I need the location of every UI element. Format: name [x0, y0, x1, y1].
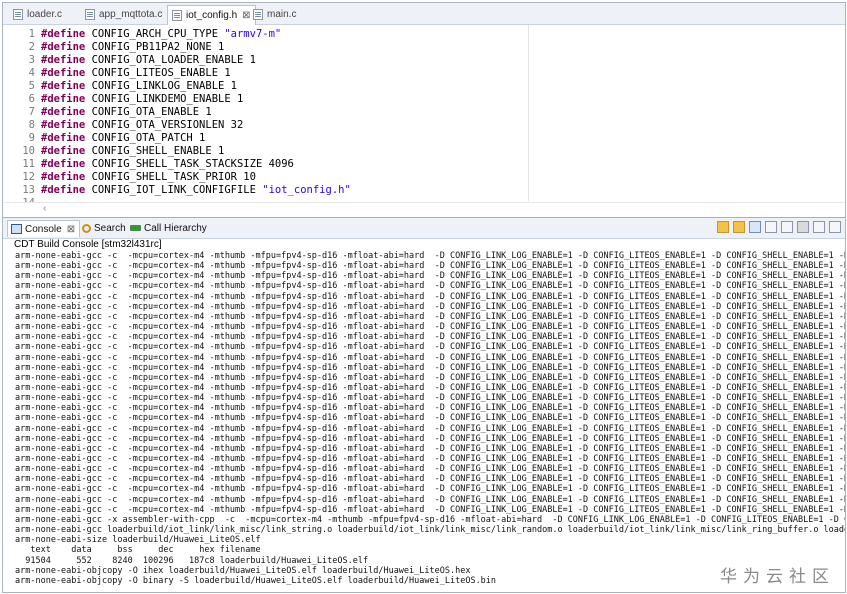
code-line: 10 #define CONFIG_SHELL_ENABLE 1 — [22, 145, 225, 157]
console-line: arm-none-eabi-gcc -c -mcpu=cortex-m4 -mt… — [15, 322, 846, 333]
console-line: arm-none-eabi-gcc -c -mcpu=cortex-m4 -mt… — [15, 372, 846, 383]
console-line: arm-none-eabi-objcopy -O binary -S loade… — [15, 575, 497, 586]
console-line: arm-none-eabi-gcc -c -mcpu=cortex-m4 -mt… — [15, 494, 846, 505]
console-line: arm-none-eabi-gcc -c -mcpu=cortex-m4 -mt… — [15, 352, 846, 363]
h-file-icon — [172, 10, 182, 21]
console-line: arm-none-eabi-gcc -c -mcpu=cortex-m4 -mt… — [15, 291, 846, 302]
print-margin-line — [528, 25, 529, 201]
ide-window: loader.c app_mqttota.c iot_config.h ⊠ ma… — [2, 2, 846, 593]
scroll-left-icon[interactable]: ‹ — [43, 203, 46, 214]
console-line: text data bss dec hex filename — [15, 545, 261, 556]
console-line: arm-none-eabi-gcc -c -mcpu=cortex-m4 -mt… — [15, 251, 846, 261]
scroll-up-icon[interactable] — [733, 221, 745, 233]
tab-label: Console — [25, 223, 62, 235]
tab-call-hierarchy[interactable]: Call Hierarchy — [127, 220, 207, 236]
tab-main-c[interactable]: main.c — [249, 6, 296, 23]
console-tab-bar: Console ⊠ Search Call Hierarchy — [3, 217, 845, 239]
c-file-icon — [85, 9, 95, 20]
tab-iot-config-h[interactable]: iot_config.h ⊠ — [167, 5, 256, 25]
console-line: arm-none-eabi-gcc -c -mcpu=cortex-m4 -mt… — [15, 464, 846, 475]
code-line: 12 #define CONFIG_SHELL_TASK_PRIOR 10 — [22, 171, 256, 183]
tab-label: Call Hierarchy — [144, 222, 207, 234]
copy-icon[interactable] — [765, 221, 777, 233]
console-line: arm-none-eabi-gcc -c -mcpu=cortex-m4 -mt… — [15, 423, 846, 434]
console-line: arm-none-eabi-gcc -c -mcpu=cortex-m4 -mt… — [15, 393, 846, 404]
console-output[interactable]: arm-none-eabi-gcc -c -mcpu=cortex-m4 -mt… — [13, 251, 845, 591]
console-title: CDT Build Console [stm32l431rc] — [14, 239, 162, 250]
close-icon[interactable]: ⊠ — [67, 224, 75, 235]
console-line: arm-none-eabi-gcc -c -mcpu=cortex-m4 -mt… — [15, 413, 846, 424]
code-line: 7 #define CONFIG_OTA_ENABLE 1 — [28, 106, 212, 118]
console-line: arm-none-eabi-gcc -c -mcpu=cortex-m4 -mt… — [15, 311, 846, 322]
console-line: arm-none-eabi-gcc -c -mcpu=cortex-m4 -mt… — [15, 443, 846, 454]
console-line: arm-none-eabi-gcc -x assembler-with-cpp … — [15, 514, 846, 525]
code-line: 9 #define CONFIG_OTA_PATCH 1 — [28, 132, 206, 144]
code-line: 8 #define CONFIG_OTA_VERSIONLEN 32 — [28, 119, 244, 131]
console-line: arm-none-eabi-gcc -c -mcpu=cortex-m4 -mt… — [15, 261, 846, 272]
console-line: arm-none-eabi-gcc -c -mcpu=cortex-m4 -mt… — [15, 281, 846, 292]
display-console-icon[interactable] — [813, 221, 825, 233]
open-console-icon[interactable] — [829, 221, 841, 233]
console-line: arm-none-eabi-gcc -c -mcpu=cortex-m4 -mt… — [15, 332, 846, 343]
code-line: 13 #define CONFIG_IOT_LINK_CONFIGFILE "io… — [22, 184, 351, 196]
console-line: arm-none-eabi-gcc loaderbuild/iot_link/l… — [15, 525, 846, 536]
editor-horizontal-scrollbar[interactable]: ‹ — [3, 202, 845, 215]
search-icon — [82, 223, 91, 233]
console-line: arm-none-eabi-gcc -c -mcpu=cortex-m4 -mt… — [15, 382, 846, 393]
console-line: arm-none-eabi-gcc -c -mcpu=cortex-m4 -mt… — [15, 342, 846, 353]
tab-app-mqttota-c[interactable]: app_mqttota.c — [81, 6, 162, 23]
console-line: arm-none-eabi-gcc -c -mcpu=cortex-m4 -mt… — [15, 454, 846, 464]
scroll-lock-icon[interactable] — [749, 221, 761, 233]
tab-label: iot_config.h — [186, 10, 238, 21]
console-toolbar — [713, 221, 841, 233]
code-line: 6 #define CONFIG_LINKDEMO_ENABLE 1 — [28, 93, 244, 105]
code-line: 2 #define CONFIG_PB11PA2_NONE 1 — [28, 41, 225, 53]
paste-icon[interactable] — [781, 221, 793, 233]
clear-console-icon[interactable] — [797, 221, 809, 233]
console-line: arm-none-eabi-gcc -c -mcpu=cortex-m4 -mt… — [15, 403, 846, 414]
console-line: arm-none-eabi-gcc -c -mcpu=cortex-m4 -mt… — [15, 474, 846, 485]
call-hierarchy-icon — [130, 225, 141, 231]
console-line: arm-none-eabi-gcc -c -mcpu=cortex-m4 -mt… — [15, 271, 846, 282]
code-line: 1 #define CONFIG_ARCH_CPU_TYPE "armv7-m" — [28, 28, 282, 40]
console-line: arm-none-eabi-gcc -c -mcpu=cortex-m4 -mt… — [15, 504, 846, 515]
console-line: arm-none-eabi-gcc -c -mcpu=cortex-m4 -mt… — [15, 362, 846, 373]
tab-search[interactable]: Search — [79, 220, 126, 236]
code-line: 4 #define CONFIG_LITEOS_ENABLE 1 — [28, 67, 231, 79]
console-line: 91504 552 8240 100296 187c8 loaderbuild/… — [15, 555, 369, 566]
tab-label: Search — [94, 222, 126, 234]
tab-label: loader.c — [27, 9, 63, 20]
console-line: arm-none-eabi-gcc -c -mcpu=cortex-m4 -mt… — [15, 484, 846, 495]
tab-console[interactable]: Console ⊠ — [7, 220, 81, 237]
console-line: arm-none-eabi-objcopy -O ihex loaderbuil… — [15, 565, 471, 576]
editor-tab-bar: loader.c app_mqttota.c iot_config.h ⊠ ma… — [3, 3, 845, 25]
console-line: arm-none-eabi-gcc -c -mcpu=cortex-m4 -mt… — [15, 433, 846, 444]
code-editor[interactable]: 1 #define CONFIG_ARCH_CPU_TYPE "armv7-m" … — [3, 25, 845, 203]
c-file-icon — [13, 9, 23, 20]
console-line: arm-none-eabi-size loaderbuild/Huawei_Li… — [15, 535, 261, 546]
code-line: 3 #define CONFIG_OTA_LOADER_ENABLE 1 — [28, 54, 256, 66]
console-line: arm-none-eabi-gcc -c -mcpu=cortex-m4 -mt… — [15, 301, 846, 312]
code-line: 11 #define CONFIG_SHELL_TASK_STACKSIZE 40… — [22, 158, 294, 170]
watermark: 华为云社区 — [720, 567, 835, 587]
c-file-icon — [253, 9, 263, 20]
code-line: 5 #define CONFIG_LINKLOG_ENABLE 1 — [28, 80, 237, 92]
scroll-down-icon[interactable] — [717, 221, 729, 233]
tab-label: app_mqttota.c — [99, 9, 163, 20]
tab-label: main.c — [267, 9, 297, 20]
tab-loader-c[interactable]: loader.c — [9, 6, 62, 23]
console-icon — [11, 224, 22, 234]
